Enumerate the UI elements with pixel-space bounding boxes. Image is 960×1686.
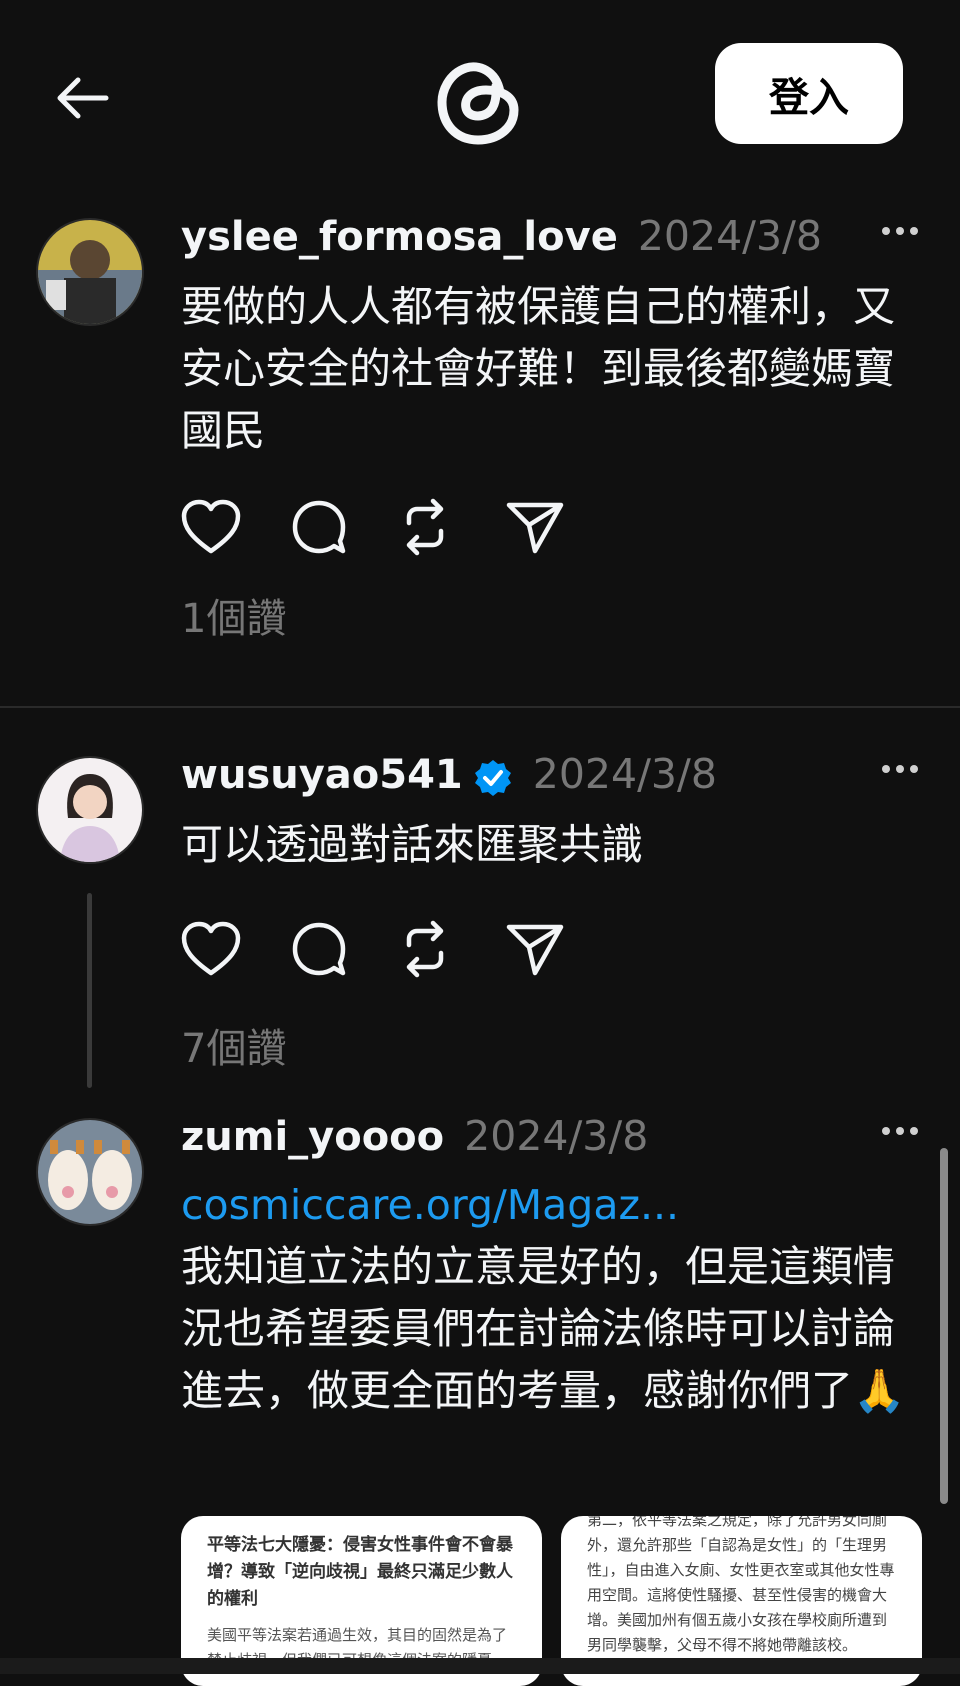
card-body: 第二，依平等法案之規定，除了允許男女同廁外，還允許那些「自認為是女性」的「生理男… (587, 1516, 895, 1654)
repost-icon (406, 920, 444, 978)
post-content: yslee_formosa_love 2024/3/8 要做的人人都有被保護自己… (181, 212, 920, 644)
more-options-button[interactable] (880, 760, 920, 780)
more-options-button[interactable] (880, 1122, 920, 1142)
more-icon (882, 1127, 918, 1135)
like-count[interactable]: 7個讚 (181, 1016, 920, 1074)
username[interactable]: zumi_yoooo (181, 1114, 444, 1160)
reply-button[interactable] (289, 914, 397, 984)
post-text: 要做的人人都有被保護自己的權利，又安心安全的社會好難！到最後都變媽寶國民 (181, 282, 896, 455)
arrow-left-icon (57, 77, 109, 119)
action-bar (181, 492, 920, 562)
share-button[interactable] (505, 492, 613, 562)
post-text: 可以透過對話來匯聚共識 (181, 820, 644, 869)
more-options-button[interactable] (880, 222, 920, 242)
username[interactable]: yslee_formosa_love (181, 214, 618, 260)
scrollbar[interactable] (940, 1148, 948, 1504)
top-bar: 登入 (0, 0, 960, 190)
post-content: wusuyao541 2024/3/8 可以透過對話來匯聚共識 7個讚 (181, 750, 920, 1074)
thread-line (87, 893, 92, 1088)
more-icon (882, 765, 918, 773)
reply-button[interactable] (289, 492, 397, 562)
post-content: zumi_yoooo 2024/3/8 cosmiccare.org/Magaz… (181, 1112, 920, 1422)
post-header: zumi_yoooo 2024/3/8 (181, 1112, 920, 1168)
repost-button[interactable] (397, 914, 505, 984)
back-button[interactable] (50, 66, 114, 130)
verified-badge-icon (474, 760, 511, 796)
avatar[interactable] (36, 756, 144, 864)
post-link[interactable]: cosmiccare.org/Magaz... (181, 1174, 920, 1236)
like-button[interactable] (181, 914, 289, 984)
avatar[interactable] (36, 218, 144, 326)
timestamp[interactable]: 2024/3/8 (638, 212, 822, 260)
threads-logo-icon[interactable] (434, 52, 524, 148)
heart-icon (181, 499, 241, 554)
heart-icon (181, 921, 241, 976)
login-button[interactable]: 登入 (715, 43, 903, 144)
repost-button[interactable] (397, 492, 505, 562)
comment-icon (292, 922, 346, 976)
like-button[interactable] (181, 492, 289, 562)
share-button[interactable] (505, 914, 613, 984)
avatar[interactable] (36, 1118, 144, 1226)
divider (0, 706, 960, 708)
post-header: wusuyao541 2024/3/8 (181, 750, 920, 806)
reply-post: yslee_formosa_love 2024/3/8 要做的人人都有被保護自己… (0, 212, 960, 688)
comment-icon (292, 500, 346, 554)
action-bar (181, 914, 920, 984)
timestamp[interactable]: 2024/3/8 (533, 750, 717, 798)
bottom-bar (0, 1658, 960, 1674)
post-header: yslee_formosa_love 2024/3/8 (181, 212, 920, 268)
like-count[interactable]: 1個讚 (181, 586, 920, 644)
repost-icon (406, 498, 444, 556)
send-icon (506, 924, 564, 976)
timestamp[interactable]: 2024/3/8 (464, 1112, 648, 1160)
reply-post: wusuyao541 2024/3/8 可以透過對話來匯聚共識 7個讚 (0, 750, 960, 1088)
send-icon (506, 502, 564, 554)
post-text: 我知道立法的立意是好的，但是這類情況也希望委員們在討論法條時可以討論進去，做更全… (181, 1242, 906, 1415)
card-title: 平等法七大隱憂：侵害女性事件會不會暴增？導致「逆向歧視」最終只滿足少數人的權利 (207, 1535, 513, 1609)
username[interactable]: wusuyao541 (181, 752, 463, 798)
more-icon (882, 227, 918, 235)
